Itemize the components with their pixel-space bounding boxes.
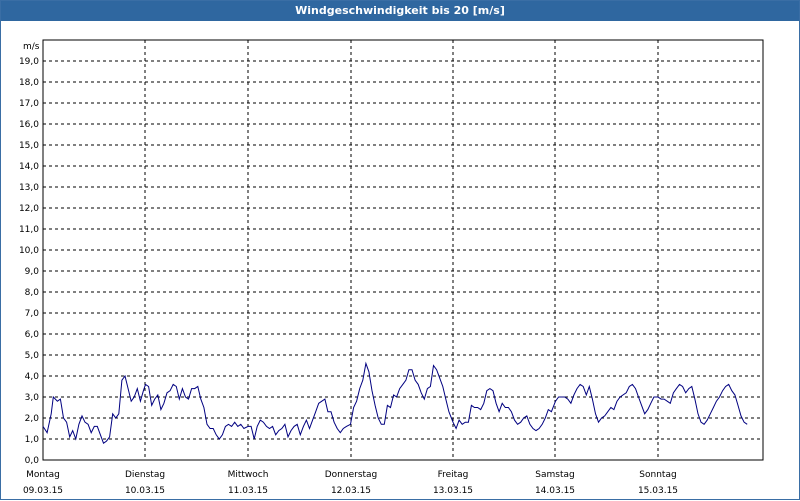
y-tick-label: 13,0 — [19, 183, 39, 193]
x-tick-label-day: Samstag — [535, 470, 574, 480]
y-tick-label: 0,0 — [25, 456, 40, 466]
y-tick-label: 5,0 — [25, 351, 40, 361]
y-tick-label: 18,0 — [19, 78, 39, 88]
x-tick-label-date: 11.03.15 — [228, 486, 268, 496]
x-tick-label-day: Sonntag — [639, 470, 676, 480]
x-tick-label-date: 09.03.15 — [23, 486, 63, 496]
y-tick-label: 8,0 — [25, 288, 40, 298]
y-tick-labels: 0,0 1,0 2,0 3,0 4,0 5,0 6,0 7,0 8,0 9,0 10,0 11,0 12… — [19, 57, 39, 466]
y-tick-label: 17,0 — [19, 99, 39, 109]
x-tick-labels: Montag 09.03.15 Dienstag 10.03.15 Mittwoch 11… — [23, 470, 678, 496]
y-tick-label: 12,0 — [19, 204, 39, 214]
x-tick-label-day: Freitag — [438, 470, 469, 480]
x-tick-label-day: Donnerstag — [325, 470, 378, 480]
y-tick-label: 14,0 — [19, 162, 39, 172]
y-axis-unit-label: m/s — [23, 42, 40, 52]
y-tick-label: 4,0 — [25, 372, 40, 382]
x-tick-label-day: Montag — [26, 470, 60, 480]
y-tick-label: 7,0 — [25, 309, 40, 319]
y-tick-label: 11,0 — [19, 225, 39, 235]
x-tick-label-date: 14.03.15 — [535, 486, 575, 496]
y-tick-label: 1,0 — [25, 435, 40, 445]
x-tick-label-day: Mittwoch — [228, 470, 269, 480]
x-tick-label-date: 15.03.15 — [638, 486, 678, 496]
y-tick-label: 10,0 — [19, 246, 39, 256]
y-tick-label: 16,0 — [19, 120, 39, 130]
x-tick-label-date: 10.03.15 — [125, 486, 165, 496]
y-tick-label: 9,0 — [25, 267, 40, 277]
y-tick-label: 6,0 — [25, 330, 40, 340]
y-tick-label: 19,0 — [19, 57, 39, 67]
wind-speed-chart: 0,0 1,0 2,0 3,0 4,0 5,0 6,0 7,0 8,0 9,0 10,0 11,0 12… — [19, 39, 764, 496]
y-tick-label: 2,0 — [25, 414, 40, 424]
y-tick-label: 15,0 — [19, 141, 39, 151]
x-tick-label-date: 12.03.15 — [331, 486, 371, 496]
chart-window: Windgeschwindigkeit bis 20 [m/s] 0,0 1,0 2… — [0, 0, 800, 500]
y-tick-label: 3,0 — [25, 393, 40, 403]
x-tick-label-date: 13.03.15 — [433, 486, 473, 496]
x-tick-label-day: Dienstag — [125, 470, 165, 480]
